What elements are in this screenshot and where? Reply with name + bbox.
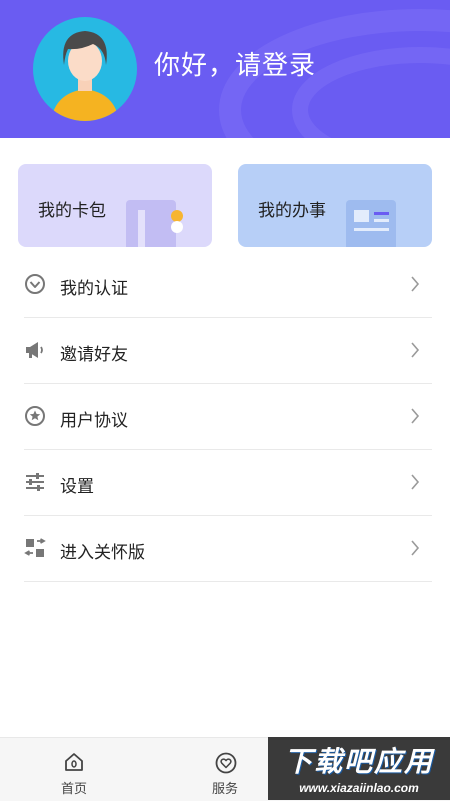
menu-item-invite-friends[interactable]: 邀请好友 [24, 318, 432, 384]
chevron-right-icon [411, 408, 420, 424]
tab-service[interactable]: 服务 [180, 738, 270, 801]
sliders-icon [26, 473, 44, 491]
profile-header: 你好，请登录 [0, 0, 450, 138]
document-form-icon [346, 200, 396, 247]
care-mode-icon [24, 538, 46, 557]
my-wallet-card[interactable]: 我的卡包 [18, 164, 212, 247]
login-prompt[interactable]: 你好，请登录 [154, 45, 316, 82]
tab-home[interactable]: 首页 [29, 738, 119, 801]
watermark-title: 下载吧应用 [283, 746, 434, 777]
menu-item-label: 用户协议 [60, 411, 128, 430]
menu-item-label: 邀请好友 [60, 345, 128, 364]
tab-label: 首页 [60, 781, 87, 796]
chevron-right-icon [411, 276, 420, 292]
menu-item-label: 我的认证 [60, 279, 128, 298]
watermark-url: www.xiazaiinlao.com [299, 781, 419, 795]
chevron-right-icon [411, 342, 420, 358]
heart-service-icon [215, 752, 237, 774]
wallet-card-icon [126, 200, 183, 247]
avatar[interactable] [33, 17, 137, 121]
user-avatar-icon [51, 31, 119, 121]
megaphone-icon [26, 342, 43, 358]
menu-item-my-certification[interactable]: 我的认证 [24, 252, 432, 318]
menu-item-user-agreement[interactable]: 用户协议 [24, 384, 432, 450]
star-circle-icon [25, 406, 45, 426]
menu-item-settings[interactable]: 设置 [24, 450, 432, 516]
menu-item-label: 设置 [60, 477, 94, 496]
site-watermark: 下载吧应用 www.xiazaiinlao.com [268, 737, 450, 800]
menu-list: 我的认证 邀请好友 用户协议 设置 进入关怀版 [24, 252, 432, 582]
my-wallet-label: 我的卡包 [38, 201, 106, 220]
my-affairs-label: 我的办事 [258, 201, 326, 220]
chevron-right-icon [411, 540, 420, 556]
menu-item-label: 进入关怀版 [60, 543, 145, 562]
home-icon [65, 753, 83, 771]
verified-badge-icon [25, 274, 45, 294]
my-affairs-card[interactable]: 我的办事 [238, 164, 432, 247]
chevron-right-icon [411, 474, 420, 490]
tab-label: 服务 [211, 781, 238, 796]
menu-item-care-mode[interactable]: 进入关怀版 [24, 516, 432, 582]
